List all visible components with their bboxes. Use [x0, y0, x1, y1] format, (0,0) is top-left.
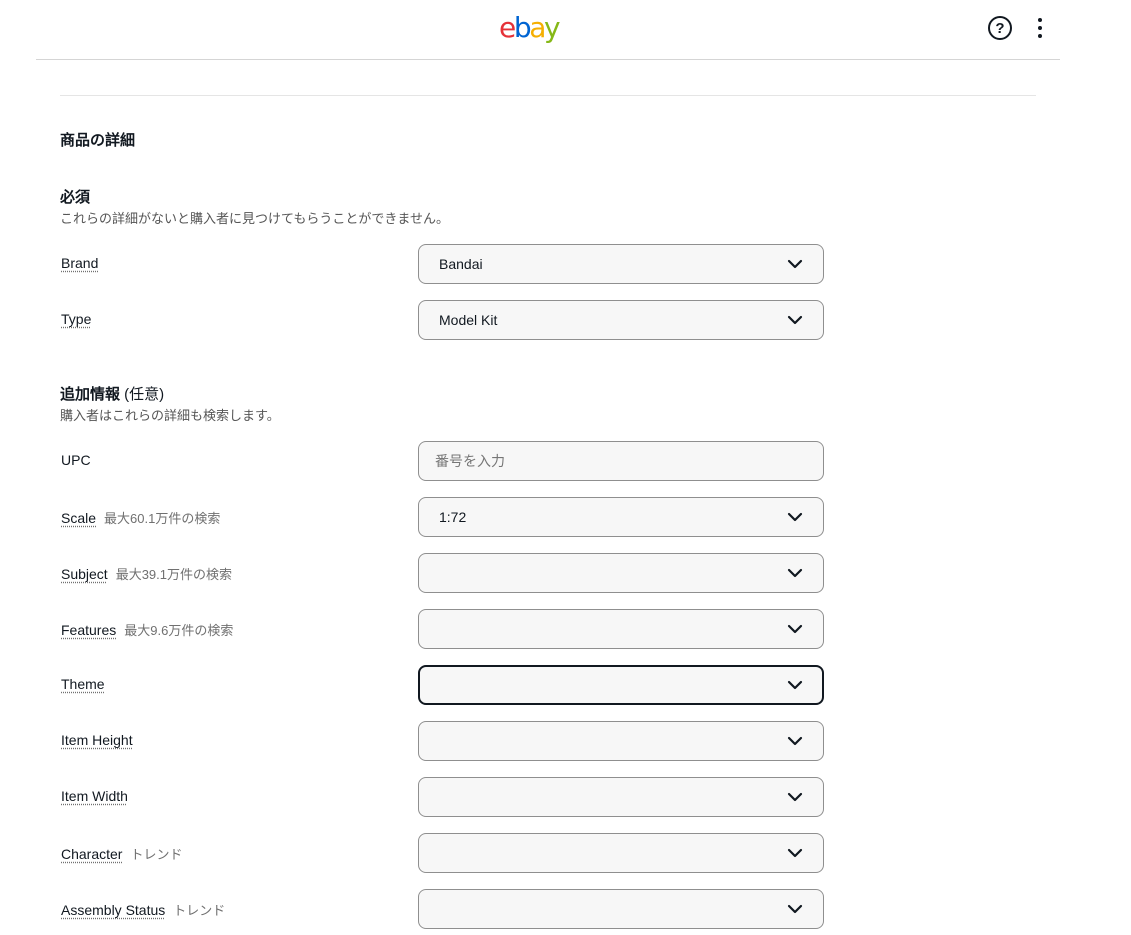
- assembly-status-hint: トレンド: [173, 903, 226, 918]
- assembly-status-label-text[interactable]: Assembly Status: [61, 902, 165, 918]
- features-label: Features 最大9.6万件の検索: [61, 620, 233, 639]
- item-height-label: Item Height: [61, 732, 133, 748]
- chevron-down-icon: [787, 312, 803, 328]
- type-dropdown[interactable]: Model Kit: [418, 300, 824, 340]
- character-hint: トレンド: [130, 847, 183, 862]
- chevron-down-icon: [787, 565, 803, 581]
- scale-label-text[interactable]: Scale: [61, 510, 96, 526]
- chevron-down-icon: [787, 509, 803, 525]
- brand-value: Bandai: [439, 256, 483, 272]
- theme-dropdown[interactable]: [418, 665, 824, 705]
- chevron-down-icon: [787, 845, 803, 861]
- scale-label: Scale 最大60.1万件の検索: [61, 508, 220, 527]
- type-label-text[interactable]: Type: [61, 311, 91, 327]
- features-dropdown[interactable]: [418, 609, 824, 649]
- upc-field[interactable]: [418, 441, 824, 481]
- character-label-text[interactable]: Character: [61, 846, 122, 862]
- assembly-status-dropdown[interactable]: [418, 889, 824, 929]
- type-value: Model Kit: [439, 312, 498, 328]
- ebay-logo[interactable]: ebay: [499, 8, 561, 48]
- upc-label: UPC: [61, 452, 91, 468]
- chevron-down-icon: [787, 256, 803, 272]
- item-width-label: Item Width: [61, 788, 128, 804]
- subject-hint: 最大39.1万件の検索: [115, 567, 233, 582]
- type-label: Type: [61, 311, 91, 327]
- scale-dropdown[interactable]: 1:72: [418, 497, 824, 537]
- brand-label: Brand: [61, 255, 98, 271]
- chevron-down-icon: [787, 789, 803, 805]
- subject-label-text[interactable]: Subject: [61, 566, 108, 582]
- subject-dropdown[interactable]: [418, 553, 824, 593]
- theme-label: Theme: [61, 676, 105, 692]
- character-label: Character トレンド: [61, 844, 182, 863]
- chevron-down-icon: [787, 677, 803, 693]
- required-title: 必須: [60, 189, 91, 206]
- character-dropdown[interactable]: [418, 833, 824, 873]
- help-icon[interactable]: ?: [988, 16, 1012, 40]
- optional-subtitle: 購入者はこれらの詳細も検索します。: [60, 408, 280, 423]
- brand-label-text[interactable]: Brand: [61, 255, 98, 271]
- chevron-down-icon: [787, 621, 803, 637]
- scale-value: 1:72: [439, 509, 467, 525]
- item-height-dropdown[interactable]: [418, 721, 824, 761]
- brand-dropdown[interactable]: Bandai: [418, 244, 824, 284]
- chevron-down-icon: [787, 901, 803, 917]
- theme-label-text[interactable]: Theme: [61, 676, 105, 692]
- more-options-icon[interactable]: [1032, 16, 1048, 40]
- assembly-status-label: Assembly Status トレンド: [61, 900, 225, 919]
- section-divider: [60, 95, 1036, 96]
- optional-title: 追加情報 (任意): [60, 386, 165, 403]
- item-width-label-text[interactable]: Item Width: [61, 788, 128, 804]
- subject-label: Subject 最大39.1万件の検索: [61, 564, 232, 583]
- section-title: 商品の詳細: [60, 132, 136, 149]
- item-height-label-text[interactable]: Item Height: [61, 732, 133, 748]
- features-hint: 最大9.6万件の検索: [124, 623, 234, 638]
- upc-input[interactable]: [435, 453, 807, 469]
- upc-label-text: UPC: [61, 452, 91, 468]
- required-subtitle: これらの詳細がないと購入者に見つけてもらうことができません。: [60, 211, 449, 226]
- scale-hint: 最大60.1万件の検索: [104, 511, 221, 526]
- chevron-down-icon: [787, 733, 803, 749]
- item-width-dropdown[interactable]: [418, 777, 824, 817]
- features-label-text[interactable]: Features: [61, 622, 116, 638]
- header: ebay ?: [36, 0, 1060, 60]
